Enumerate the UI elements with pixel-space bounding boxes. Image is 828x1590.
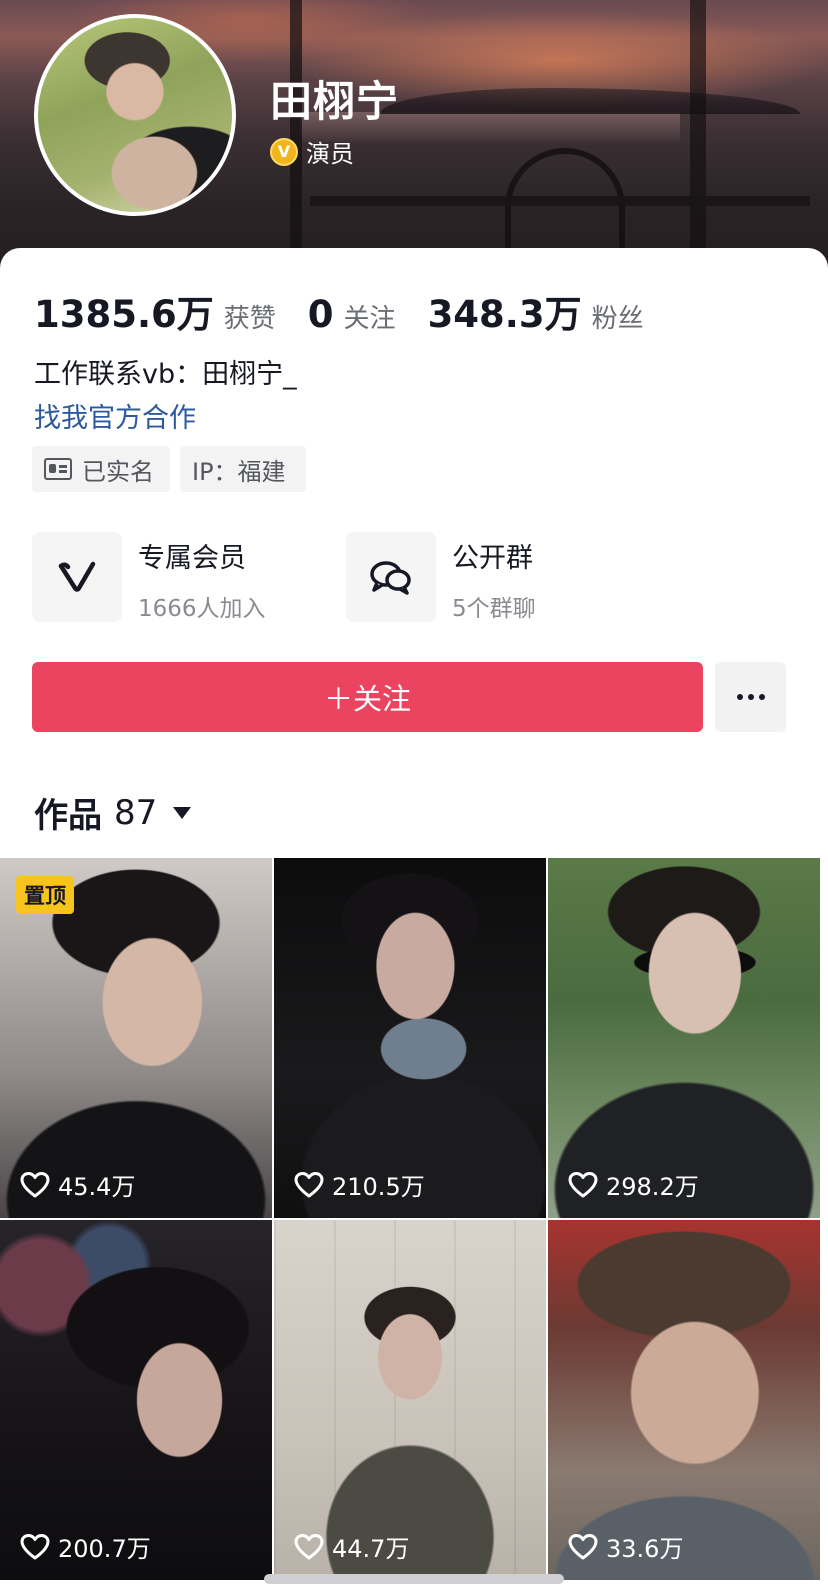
vip-v-icon [32, 532, 122, 622]
ip-tag: IP：福建 [180, 446, 306, 492]
likes-count-label: 45.4万 [58, 1173, 136, 1201]
video-tile[interactable]: 33.6万 [548, 1220, 820, 1580]
likes-count-label: 298.2万 [606, 1173, 699, 1201]
video-likes: 45.4万 [20, 1167, 135, 1202]
group-title: 公开群 [452, 543, 533, 574]
following-count[interactable]: 0 [308, 293, 334, 336]
exclusive-member-entry[interactable]: 专属会员 1666人加入 [32, 532, 266, 623]
verification-label: 演员 [306, 140, 354, 168]
avatar[interactable] [34, 14, 236, 216]
video-likes: 210.5万 [294, 1167, 425, 1202]
member-title: 专属会员 [138, 543, 246, 574]
official-cooperation-link[interactable]: 找我官方合作 [34, 396, 196, 435]
banner-table [310, 196, 810, 206]
following-label[interactable]: 关注 [344, 298, 396, 335]
heart-outline-icon [20, 1533, 50, 1559]
video-grid: 置顶 45.4万 210.5万 298.2万 200.7万 44.7万 33.6… [0, 858, 828, 1590]
video-tile[interactable]: 210.5万 [274, 858, 546, 1218]
group-subtitle: 5个群聊 [452, 596, 536, 622]
video-likes: 44.7万 [294, 1529, 409, 1564]
public-group-entry[interactable]: 公开群 5个群聊 [346, 532, 536, 623]
bio-text: 工作联系vb：田栩宁_ [34, 359, 297, 390]
followers-label[interactable]: 粉丝 [592, 298, 644, 335]
video-tile[interactable]: 44.7万 [274, 1220, 546, 1580]
likes-count-label: 210.5万 [332, 1173, 425, 1201]
video-likes: 33.6万 [568, 1529, 683, 1564]
profile-name: 田栩宁 [270, 77, 400, 126]
realname-tag: 已实名 [32, 446, 170, 492]
chat-bubbles-icon [346, 532, 436, 622]
likes-count-label: 44.7万 [332, 1535, 410, 1563]
video-tile[interactable]: 200.7万 [0, 1220, 272, 1580]
home-indicator[interactable] [264, 1574, 564, 1584]
heart-outline-icon [20, 1171, 50, 1197]
more-dots-icon[interactable] [715, 662, 786, 732]
heart-outline-icon [568, 1533, 598, 1559]
heart-outline-icon [568, 1171, 598, 1197]
caret-down-icon[interactable] [173, 806, 192, 819]
likes-label: 获赞 [223, 304, 276, 334]
heart-outline-icon [294, 1171, 324, 1197]
likes-count: 1385.6万 [34, 293, 214, 336]
works-label: 作品 [34, 796, 102, 836]
member-subtitle: 1666人加入 [138, 596, 266, 622]
video-tile[interactable]: 298.2万 [548, 858, 820, 1218]
heart-outline-icon [294, 1533, 324, 1559]
video-likes: 298.2万 [568, 1167, 699, 1202]
stats-row: 1385.6万 获赞 0 关注 348.3万 粉丝 [34, 284, 676, 338]
follow-button[interactable]: ＋关注 [32, 662, 703, 732]
id-card-icon [44, 458, 72, 480]
verification-row: V 演员 [270, 134, 354, 169]
likes-count-label: 33.6万 [606, 1535, 684, 1563]
video-tile[interactable]: 置顶 45.4万 [0, 858, 272, 1218]
likes-count-label: 200.7万 [58, 1535, 151, 1563]
pinned-badge: 置顶 [16, 876, 74, 914]
banner-window-frame [690, 0, 706, 268]
works-count: 87 [114, 792, 158, 833]
realname-label: 已实名 [82, 457, 154, 486]
verified-v-icon: V [270, 137, 298, 166]
banner-treeline [380, 88, 800, 114]
video-likes: 200.7万 [20, 1529, 151, 1564]
ip-label: IP：福建 [192, 457, 286, 486]
works-tab[interactable]: 作品 87 [34, 788, 192, 837]
followers-count[interactable]: 348.3万 [428, 284, 582, 338]
